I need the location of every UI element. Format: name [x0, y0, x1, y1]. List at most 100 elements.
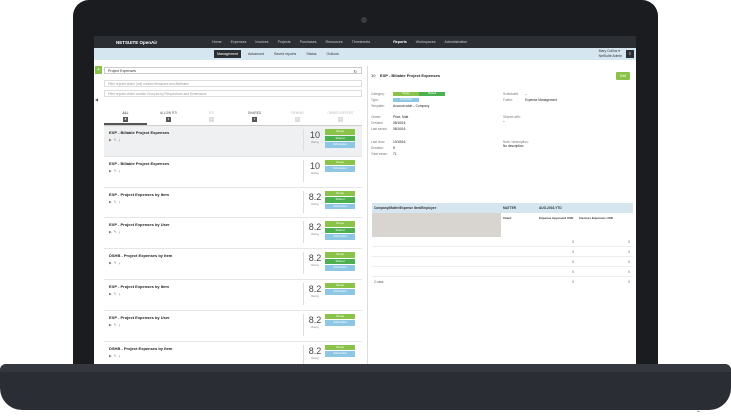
- report-badge-scheduled: Scheduled: [325, 320, 355, 326]
- report-list-item[interactable]: EXP - Billable Project Expenses ▶✎⤓ 10 Rati…: [104, 126, 362, 157]
- refresh-icon[interactable]: ↻: [354, 69, 357, 74]
- rating-label: Rating: [311, 325, 319, 329]
- download-icon[interactable]: ⤓: [119, 354, 123, 358]
- report-badge-shared: Shared: [325, 258, 355, 265]
- report-badges: Scope Scheduled: [325, 344, 355, 358]
- download-icon[interactable]: ⤓: [119, 292, 123, 296]
- report-badges: Scope Shared Scheduled: [325, 252, 355, 272]
- rating-label: Rating: [311, 141, 319, 144]
- menu-icon[interactable]: ≡: [626, 50, 634, 58]
- report-badge-scheduled: Scheduled: [325, 289, 355, 295]
- report-list-item[interactable]: EXP - Project Expenses by User ▶✎⤓ 8.2 Rati…: [104, 218, 362, 250]
- download-icon[interactable]: ⤓: [119, 138, 123, 142]
- download-icon[interactable]: ⤓: [119, 323, 123, 327]
- user-role: NetSuite Admin: [598, 53, 622, 58]
- user-menu[interactable]: Mary Collins ▾ NetSuite Admin: [599, 49, 622, 58]
- report-badge-scope: Scope: [325, 313, 355, 320]
- filter-measures-input[interactable]: Filter reports which (not) contain Measu…: [104, 80, 362, 87]
- subheader-expense-approved: Expense Approved USD: [539, 216, 574, 220]
- report-list-item[interactable]: EXP - Project Expenses by Item ▶✎⤓ 8.2 Rati…: [104, 280, 362, 311]
- report-number: 10: [371, 73, 376, 78]
- nav-purchases[interactable]: Purchases: [300, 40, 317, 44]
- subnav-saved-reports[interactable]: Saved reports: [271, 50, 299, 58]
- sub-navigation-bar: Management Advanced Saved reports Status…: [94, 48, 636, 60]
- report-badge-scope: Scope: [325, 252, 355, 258]
- nav-projects[interactable]: Projects: [278, 40, 291, 44]
- report-search-input[interactable]: Project Expenses ↻: [104, 67, 362, 74]
- collapse-arrow-icon[interactable]: ◀: [95, 97, 100, 102]
- download-icon[interactable]: ⤓: [119, 230, 123, 234]
- report-badge-scope: Scope: [325, 282, 355, 289]
- subnav-management[interactable]: Management: [214, 50, 241, 58]
- blurred-data-region: [372, 213, 501, 237]
- report-badge-scope: Scope: [325, 344, 355, 351]
- download-icon[interactable]: ⤓: [119, 200, 123, 204]
- download-icon[interactable]: ⤓: [119, 261, 123, 265]
- tab-rti[interactable]: RTI 0: [190, 108, 233, 125]
- report-rating: 10: [309, 130, 320, 140]
- rating-label: Rating: [311, 356, 319, 360]
- report-list-item[interactable]: EXP - Project Expenses by User ▶✎⤓ 8.2 Rati…: [104, 311, 362, 342]
- divider: [303, 282, 304, 305]
- nav-expenses[interactable]: Expenses: [231, 40, 247, 44]
- divider: [303, 221, 304, 244]
- nav-home[interactable]: Home: [212, 40, 222, 44]
- report-rating: 8.2: [308, 345, 322, 356]
- report-list: EXP - Billable Project Expenses ▶✎⤓ 10 Rati…: [104, 126, 362, 364]
- report-badge-scope: Scope: [325, 221, 355, 227]
- subnav-advanced[interactable]: Advanced: [245, 50, 267, 58]
- report-list-item[interactable]: EXP - Billable Project Expenses ▶✎⤓ 10 Rati…: [104, 157, 362, 188]
- nav-reports[interactable]: Reports: [393, 40, 407, 44]
- tab-owned-report[interactable]: OWNED REPORT 0: [319, 108, 362, 125]
- nav-workspaces[interactable]: Workspaces: [416, 40, 436, 44]
- report-name: EXP - Billable Project Expenses: [109, 130, 170, 135]
- report-list-item[interactable]: DSHB - Project Expenses by Item ▶✎⤓ 8.2 Rat…: [104, 249, 362, 280]
- nav-invoices[interactable]: Invoices: [255, 40, 268, 44]
- download-icon[interactable]: ⤓: [119, 169, 123, 173]
- type-scheduled-badge: Scheduled: [393, 98, 419, 103]
- table-footer: 2 rows 0 0: [374, 280, 630, 284]
- note-field: Note / description: No description: [503, 140, 529, 148]
- report-badge-scope: Scope: [325, 129, 355, 135]
- report-name: DSHB - Project Expenses by Item: [109, 345, 173, 351]
- col-header-company: Company/Matter/Expense Item/Employee: [374, 206, 437, 210]
- report-badges: Scope Shared Scheduled: [325, 129, 355, 149]
- report-list-item[interactable]: EXP - Project Expenses by Item ▶✎⤓ 8.2 Rati…: [104, 188, 362, 219]
- edit-button[interactable]: Edit: [616, 72, 630, 80]
- subnav-outlook[interactable]: Outlook: [324, 50, 342, 58]
- report-badge-scope: Scope: [325, 190, 355, 197]
- divider: [303, 252, 304, 275]
- report-badge-shared: Shared: [325, 197, 355, 203]
- report-name: EXP - Project Expenses by Item: [109, 283, 169, 289]
- tab-remind[interactable]: REMIND 0: [276, 108, 319, 125]
- top-nav: Home Expenses Invoices Projects Purchase…: [212, 40, 467, 44]
- report-name: EXP - Project Expenses by Item: [109, 191, 169, 197]
- tab-allow-rti[interactable]: ALLOW RTI 3: [147, 108, 190, 125]
- nav-resources[interactable]: Resources: [326, 40, 343, 44]
- laptop-hinge: [0, 364, 731, 372]
- rating-label: Rating: [311, 233, 319, 237]
- filter-perspectives-input[interactable]: Filter reports which contain Grouped by …: [104, 90, 362, 97]
- scroll-up-icon[interactable]: ⌃: [696, 410, 701, 417]
- last-view-field: Last view: 10/18/16: [371, 140, 406, 144]
- table-header: Company/Matter/Expense Item/Employee MAT…: [372, 203, 633, 213]
- user-name: Mary Collins ▾: [598, 49, 620, 53]
- nav-timesheets[interactable]: Timesheets: [352, 40, 370, 44]
- divider: [303, 129, 304, 151]
- report-badge-scheduled: Scheduled: [325, 265, 355, 271]
- tab-shared[interactable]: SHARED 3: [233, 108, 276, 125]
- shared-with-field: Shared with: –: [503, 115, 521, 123]
- report-search-value: Project Expenses: [108, 69, 136, 73]
- report-badges: Scope Scheduled: [325, 282, 355, 296]
- report-list-item[interactable]: DSHB - Project Expenses by Item ▶✎⤓ 8.2 Rat…: [104, 342, 362, 364]
- tab-all[interactable]: ALL 8: [104, 108, 147, 125]
- col-header-matter: MATTER: [503, 206, 517, 210]
- add-report-button[interactable]: +: [95, 66, 102, 74]
- subnav-status[interactable]: Status: [303, 50, 319, 58]
- report-name: EXP - Billable Project Expenses: [109, 160, 170, 166]
- nav-administration[interactable]: Administration: [445, 40, 468, 44]
- report-rating: 8.2: [308, 314, 322, 325]
- rating-label: Rating: [311, 264, 319, 268]
- rating-label: Rating: [311, 294, 319, 298]
- report-rating: 8.2: [308, 283, 322, 294]
